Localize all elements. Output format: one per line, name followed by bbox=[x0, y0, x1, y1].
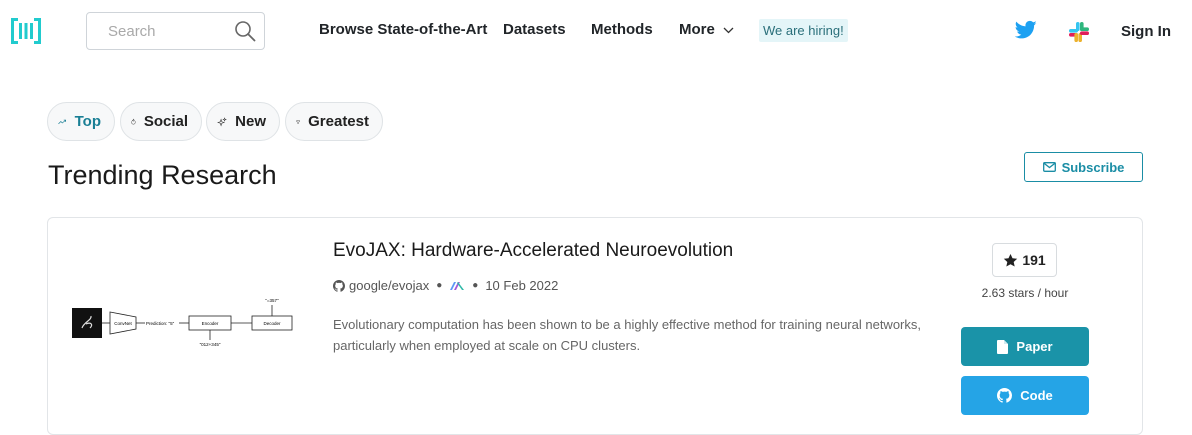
paper-abstract: Evolutionary computation has been shown … bbox=[333, 317, 921, 353]
document-icon bbox=[997, 339, 1009, 354]
hiring-badge[interactable]: We are hiring! bbox=[759, 19, 848, 42]
code-button[interactable]: Code bbox=[961, 376, 1089, 415]
stars-rate: 2.63 stars / hour bbox=[981, 286, 1069, 300]
paper-meta: google/evojax ● ● 10 Feb 2022 bbox=[333, 278, 558, 293]
filter-top[interactable]: Top bbox=[47, 102, 115, 141]
nav-more-label: More bbox=[679, 21, 715, 38]
stars-count: 191 bbox=[1022, 252, 1046, 268]
github-icon bbox=[333, 279, 345, 292]
nav-link-methods[interactable]: Methods bbox=[591, 21, 653, 38]
paper-date: 10 Feb 2022 bbox=[485, 278, 559, 293]
subscribe-button[interactable]: Subscribe bbox=[1024, 152, 1143, 182]
twitter-icon[interactable] bbox=[1015, 20, 1037, 40]
filter-greatest-label: Greatest bbox=[308, 113, 369, 130]
separator-dot: ● bbox=[436, 280, 443, 291]
github-icon bbox=[997, 388, 1013, 403]
nav-link-browse-sota[interactable]: Browse State-of-the-Art bbox=[319, 21, 487, 38]
thumb-decoder-label: Decoder bbox=[263, 321, 281, 326]
sparkles-icon bbox=[217, 116, 227, 127]
papers-with-code-logo-icon[interactable] bbox=[11, 18, 41, 44]
trophy-icon bbox=[296, 119, 300, 124]
search-box bbox=[86, 12, 265, 50]
paper-button[interactable]: Paper bbox=[961, 327, 1089, 366]
repo-link[interactable]: google/evojax bbox=[349, 278, 429, 293]
page-title: Trending Research bbox=[48, 160, 277, 190]
chevron-down-icon bbox=[723, 27, 734, 33]
search-input[interactable] bbox=[88, 14, 228, 48]
paper-card: ConvNet Prediction: "5" Encoder Decoder … bbox=[47, 217, 1143, 435]
filter-new-label: New bbox=[235, 113, 266, 130]
filter-social-label: Social bbox=[143, 113, 188, 130]
sign-in-link[interactable]: Sign In bbox=[1121, 23, 1171, 40]
search-icon[interactable] bbox=[234, 20, 256, 42]
thumb-input-label: "012+345" bbox=[200, 342, 221, 347]
top-navbar: Browse State-of-the-Art Datasets Methods… bbox=[0, 0, 1192, 62]
nav-link-datasets[interactable]: Datasets bbox=[503, 21, 566, 38]
filter-top-label: Top bbox=[74, 113, 101, 130]
thumb-convnet-label: ConvNet bbox=[114, 321, 132, 326]
stars-badge[interactable]: 191 bbox=[992, 243, 1057, 277]
flame-icon bbox=[131, 118, 136, 125]
star-icon bbox=[1004, 253, 1018, 267]
paper-button-label: Paper bbox=[1016, 339, 1053, 354]
thumb-encoder-label: Encoder bbox=[202, 321, 219, 326]
filter-greatest[interactable]: Greatest bbox=[285, 102, 383, 141]
envelope-icon bbox=[1042, 162, 1056, 172]
paper-thumbnail[interactable]: ConvNet Prediction: "5" Encoder Decoder … bbox=[72, 292, 294, 372]
thumb-prediction-label: Prediction: "5" bbox=[146, 321, 175, 326]
subscribe-label: Subscribe bbox=[1061, 159, 1125, 175]
code-button-label: Code bbox=[1020, 388, 1053, 403]
jax-framework-icon bbox=[450, 281, 465, 290]
trending-up-icon bbox=[58, 119, 67, 124]
nav-more-dropdown[interactable]: More bbox=[679, 21, 734, 38]
separator-dot: ● bbox=[472, 280, 479, 291]
slack-icon[interactable] bbox=[1068, 21, 1090, 43]
filter-new[interactable]: New bbox=[206, 102, 280, 141]
filter-social[interactable]: Social bbox=[120, 102, 202, 141]
thumb-output-label: "=357" bbox=[265, 298, 279, 303]
paper-title-link[interactable]: EvoJAX: Hardware-Accelerated Neuroevolut… bbox=[333, 240, 733, 262]
